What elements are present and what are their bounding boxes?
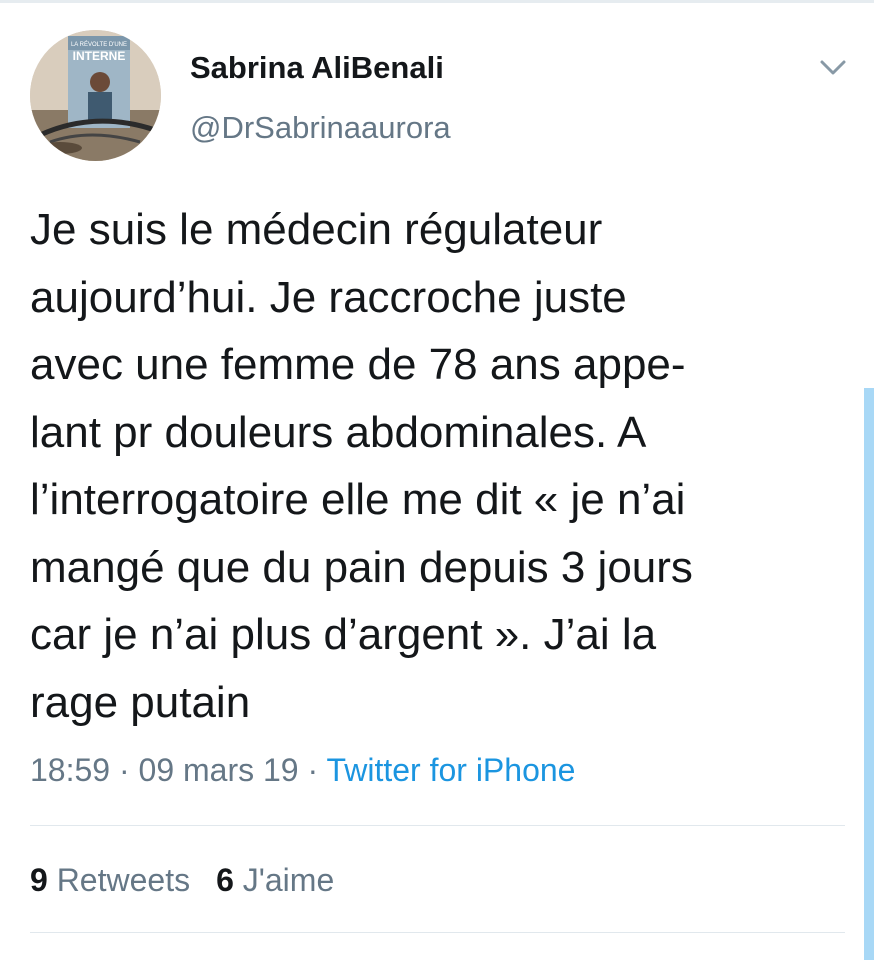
avatar-image: LA RÉVOLTE D'UNE INTERNE — [30, 30, 161, 161]
tweet-text-line: mangé que du pain depuis 3 jours — [30, 542, 693, 592]
avatar-book-title: INTERNE — [73, 49, 126, 63]
retweets-stat[interactable]: 9 Retweets — [30, 862, 190, 898]
tweet-text-line: lant pr douleurs abdominales. A — [30, 407, 647, 457]
tweet-stats: 9 Retweets 6 J'aime — [30, 862, 334, 899]
tweet-time[interactable]: 18:59 — [30, 752, 110, 788]
scrollbar[interactable] — [864, 388, 874, 960]
avatar-book-supertitle: LA RÉVOLTE D'UNE — [71, 41, 127, 48]
avatar[interactable]: LA RÉVOLTE D'UNE INTERNE — [30, 30, 161, 161]
divider — [30, 825, 845, 826]
display-name[interactable]: Sabrina AliBenali — [190, 50, 444, 86]
likes-label: J'aime — [242, 862, 335, 898]
tweet-text-line: Je suis le médecin régulateur — [30, 205, 603, 254]
likes-stat[interactable]: 6 J'aime — [216, 862, 334, 898]
retweets-label: Retweets — [56, 862, 191, 898]
user-handle[interactable]: @DrSabrinaaurora — [190, 110, 451, 146]
meta-separator: · — [307, 752, 319, 788]
meta-separator: · — [118, 752, 130, 788]
likes-count: 6 — [216, 862, 234, 898]
retweets-count: 9 — [30, 862, 48, 898]
tweet-meta: 18:59 · 09 mars 19 · Twitter for iPhone — [30, 752, 575, 789]
tweet-text-line: aujourd’hui. Je raccroche juste — [30, 272, 627, 322]
tweet-text-line: car je n’ai plus d’argent ». J’ai la — [30, 610, 657, 659]
top-border — [0, 0, 874, 3]
tweet-source-link[interactable]: Twitter for iPhone — [326, 752, 575, 788]
tweet-date[interactable]: 09 mars 19 — [139, 752, 299, 788]
tweet-text: Je suis le médecin régulateur aujourd’hu… — [30, 196, 840, 736]
tweet-text-line: rage putain — [30, 677, 251, 727]
tweet-text-line: avec une femme de 78 ans appe- — [30, 340, 686, 389]
chevron-down-icon[interactable] — [818, 56, 848, 78]
divider — [30, 932, 845, 933]
tweet-text-line: l’interrogatoire elle me dit « je n’ai — [30, 475, 686, 524]
